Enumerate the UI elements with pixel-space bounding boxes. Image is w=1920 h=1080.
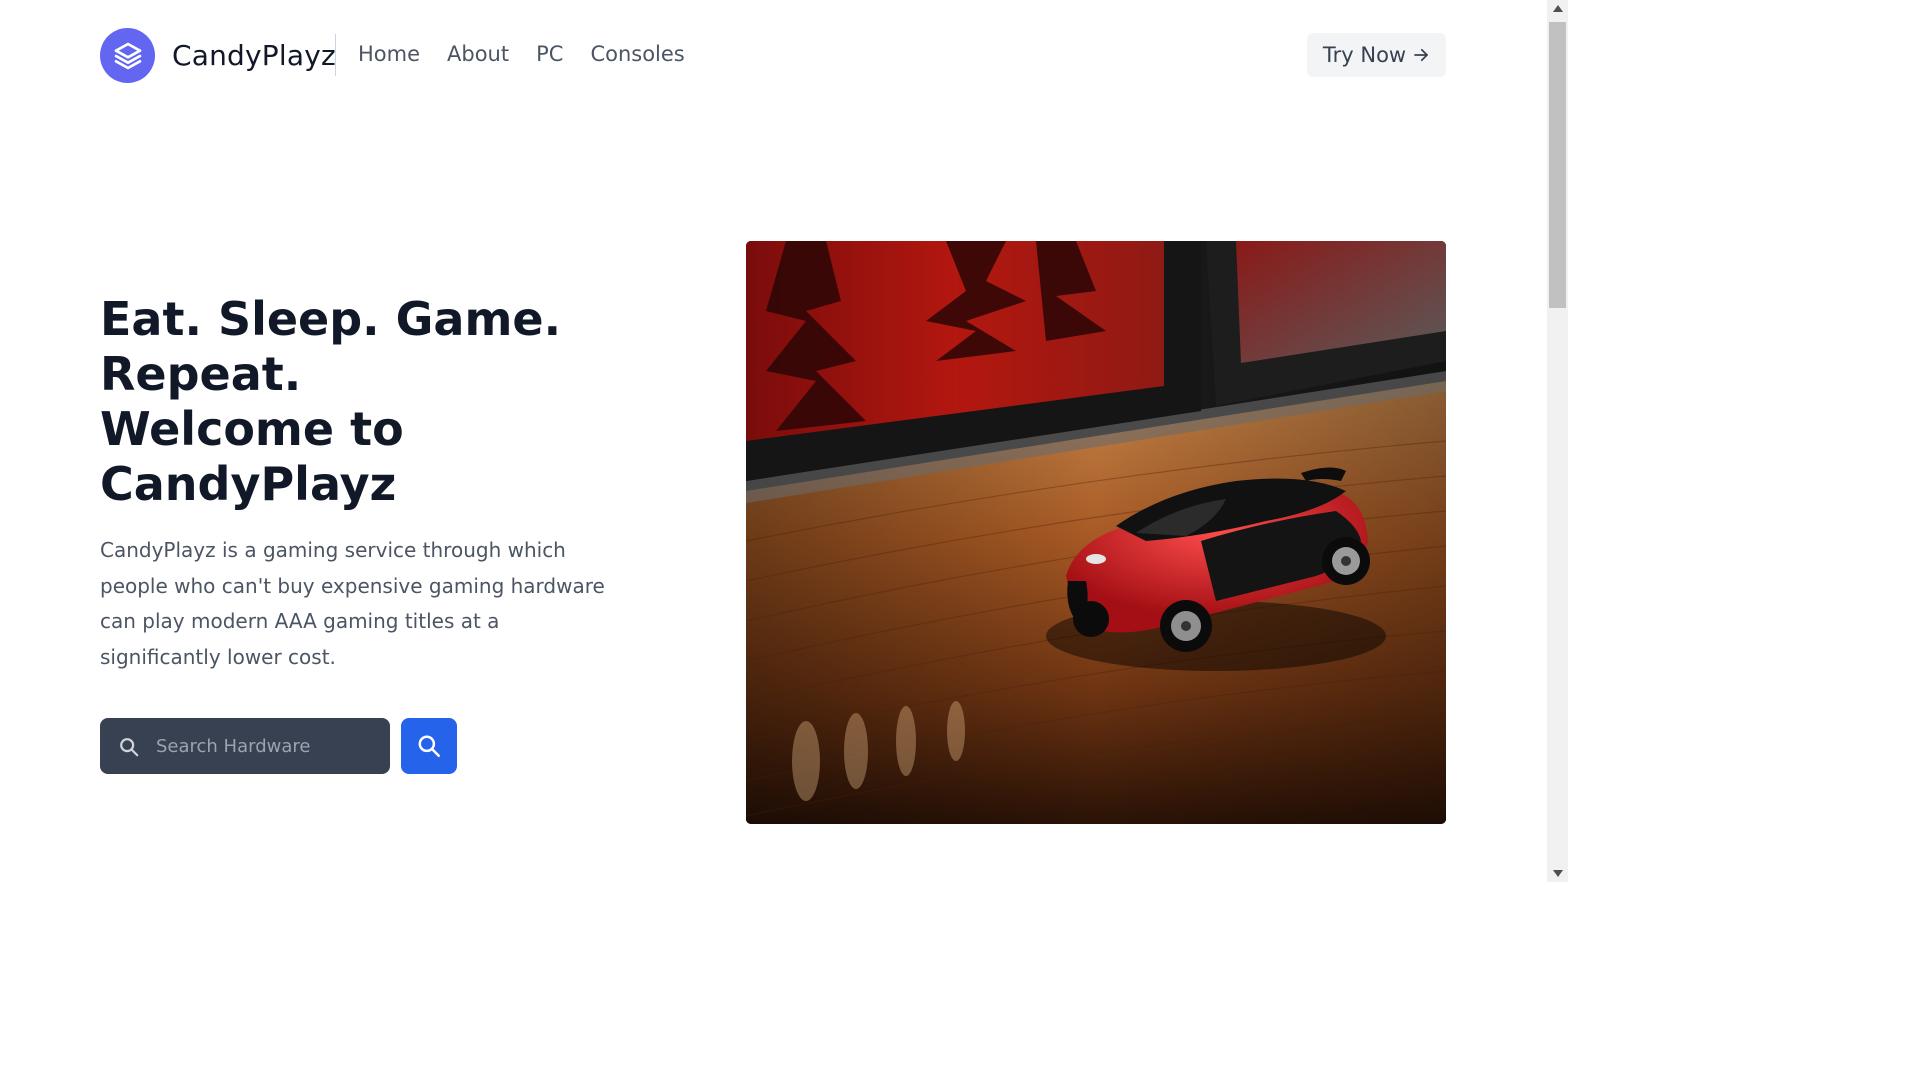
hero-description: CandyPlayz is a gaming service through w…: [100, 538, 605, 669]
scroll-down-arrow-icon[interactable]: [1547, 865, 1568, 882]
search-icon: [118, 736, 140, 758]
page-scrollbar[interactable]: [1547, 0, 1568, 882]
search-field-container: [100, 718, 390, 774]
page: CandyPlayz Home About PC Consoles Try No…: [0, 0, 1568, 882]
hero-title-line: Eat. Sleep. Game.: [100, 292, 562, 346]
search-icon: [416, 733, 442, 759]
hero-image: [746, 241, 1446, 824]
scroll-up-arrow-icon[interactable]: [1547, 0, 1568, 17]
logo[interactable]: CandyPlayz: [100, 28, 336, 83]
search-hardware-input[interactable]: [154, 734, 374, 758]
scrollbar-thumb[interactable]: [1549, 22, 1566, 308]
nav-link-consoles[interactable]: Consoles: [590, 42, 684, 66]
nav-link-home[interactable]: Home: [358, 42, 420, 66]
try-now-button[interactable]: Try Now: [1307, 33, 1446, 77]
main-nav: Home About PC Consoles: [358, 42, 712, 66]
header-divider: [335, 34, 336, 76]
arrow-right-icon: [1412, 46, 1430, 64]
brand-name: CandyPlayz: [172, 39, 336, 72]
hero-title-line: Welcome to: [100, 402, 404, 456]
try-now-label: Try Now: [1322, 43, 1407, 67]
nav-link-about[interactable]: About: [447, 42, 509, 66]
layers-logo-icon: [100, 28, 155, 83]
hero-title-line: CandyPlayz: [100, 457, 397, 511]
search-submit-button[interactable]: [401, 718, 457, 774]
hero-title: Eat. Sleep. Game. Repeat. Welcome to Can…: [100, 292, 660, 512]
nav-link-pc[interactable]: PC: [536, 42, 563, 66]
hero-title-line: Repeat.: [100, 347, 302, 401]
site-header: CandyPlayz Home About PC Consoles Try No…: [0, 0, 1547, 112]
